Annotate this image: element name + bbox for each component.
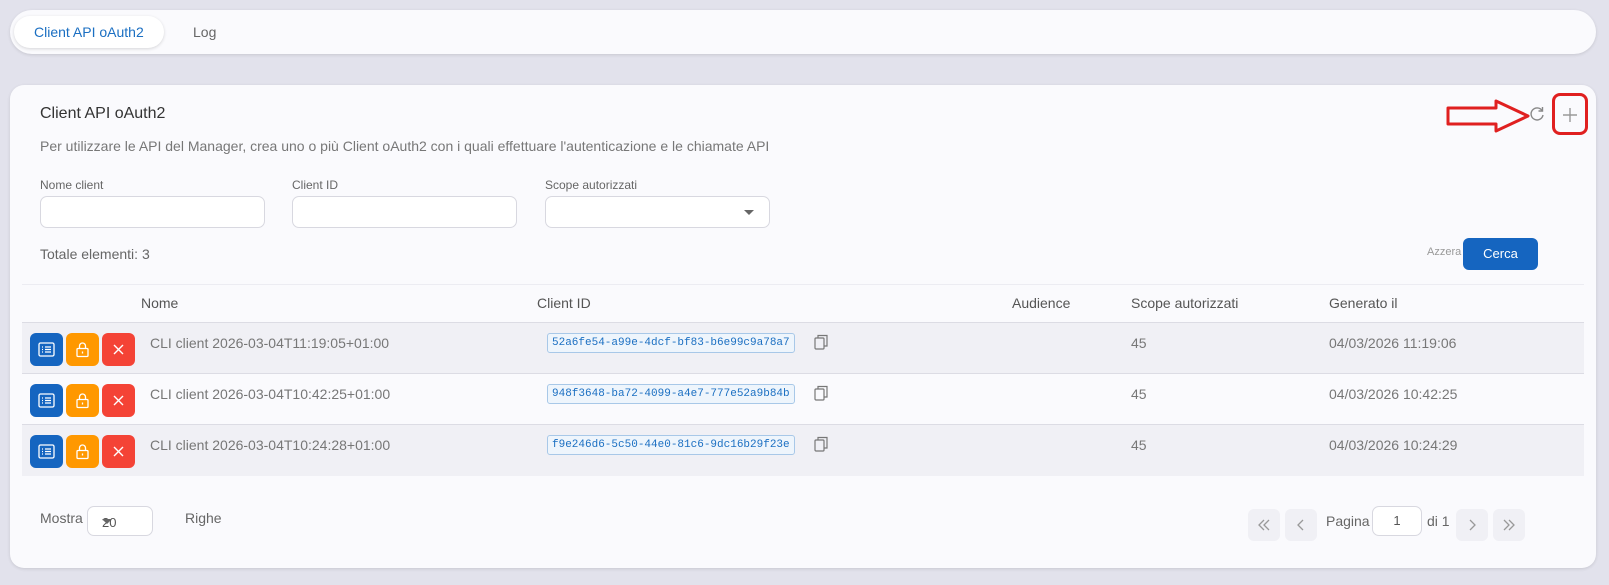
column-header-audience: Audience: [1012, 295, 1071, 311]
close-icon: [113, 344, 124, 355]
name-filter-field: [40, 196, 265, 228]
lock-icon: [76, 342, 89, 358]
name-filter-input[interactable]: [41, 197, 264, 227]
client-id-filter-input[interactable]: [293, 197, 516, 227]
table-row: CLI client 2026-03-04T11:19:05+01:00 52a…: [22, 323, 1584, 374]
delete-button[interactable]: [102, 435, 135, 468]
tab-client-api[interactable]: Client API oAuth2: [14, 16, 164, 48]
double-chevron-left-icon: [1258, 519, 1270, 531]
search-button[interactable]: Cerca: [1463, 238, 1538, 270]
copy-icon[interactable]: [814, 385, 829, 401]
copy-icon[interactable]: [814, 436, 829, 452]
lock-icon: [76, 393, 89, 409]
client-name: CLI client 2026-03-04T11:19:05+01:00: [150, 335, 390, 351]
scope-filter-select[interactable]: [545, 196, 770, 228]
first-page-button[interactable]: [1248, 509, 1280, 541]
column-header-generated: Generato il: [1329, 295, 1398, 311]
last-page-button[interactable]: [1493, 509, 1525, 541]
client-api-card: Client API oAuth2 Per utilizzare le API …: [10, 85, 1596, 568]
annotation-arrow: [1446, 99, 1530, 133]
client-id-badge: 52a6fe54-a99e-4dcf-bf83-b6e99c9a78a7: [547, 333, 795, 353]
generated-date: 04/03/2026 10:42:25: [1329, 386, 1458, 402]
table-header: Nome Client ID Audience Scope autorizzat…: [22, 284, 1584, 323]
rows-label: Righe: [185, 510, 222, 526]
copy-icon[interactable]: [814, 334, 829, 350]
table-row: CLI client 2026-03-04T10:42:25+01:00 948…: [22, 374, 1584, 425]
table-row: CLI client 2026-03-04T10:24:28+01:00 f9e…: [22, 425, 1584, 476]
lock-button[interactable]: [66, 435, 99, 468]
column-header-name: Nome: [141, 295, 179, 311]
delete-button[interactable]: [102, 333, 135, 366]
scope-cell: 45: [1131, 386, 1147, 402]
client-id-badge: f9e246d6-5c50-44e0-81c6-9dc16b29f23e: [547, 435, 795, 455]
close-icon: [113, 395, 124, 406]
reset-button[interactable]: Azzera: [1427, 246, 1461, 258]
scope-filter-label: Scope autorizzati: [545, 178, 638, 192]
refresh-icon[interactable]: [1528, 105, 1546, 123]
next-page-button[interactable]: [1456, 509, 1488, 541]
page-description: Per utilizzare le API del Manager, crea …: [40, 138, 770, 154]
client-id-filter-field: [292, 196, 517, 228]
lock-button[interactable]: [66, 333, 99, 366]
name-filter-label: Nome client: [40, 178, 104, 192]
column-header-client-id: Client ID: [537, 295, 591, 311]
close-icon: [113, 446, 124, 457]
tab-log[interactable]: Log: [173, 16, 236, 48]
tab-bar: Client API oAuth2 Log: [10, 10, 1596, 54]
chevron-down-icon: [744, 210, 754, 215]
rows-per-page-select[interactable]: 20: [87, 506, 153, 536]
scope-cell: 45: [1131, 335, 1147, 351]
list-icon: [38, 393, 55, 408]
total-elements: Totale elementi: 3: [40, 246, 150, 262]
previous-page-button[interactable]: [1285, 509, 1317, 541]
chevron-left-icon: [1297, 519, 1304, 531]
client-id-badge: 948f3648-ba72-4099-a4e7-777e52a9b84b: [547, 384, 795, 404]
add-client-button[interactable]: [1552, 93, 1588, 135]
client-name: CLI client 2026-03-04T10:42:25+01:00: [150, 386, 391, 402]
generated-date: 04/03/2026 11:19:06: [1329, 335, 1457, 351]
list-icon: [38, 444, 55, 459]
client-name: CLI client 2026-03-04T10:24:28+01:00: [150, 437, 391, 453]
lock-icon: [76, 444, 89, 460]
lock-button[interactable]: [66, 384, 99, 417]
page-count: di 1: [1427, 513, 1450, 529]
delete-button[interactable]: [102, 384, 135, 417]
double-chevron-right-icon: [1503, 519, 1515, 531]
detail-button[interactable]: [30, 333, 63, 366]
show-label: Mostra: [40, 510, 83, 526]
page-number-input[interactable]: 1: [1372, 506, 1422, 536]
client-id-filter-label: Client ID: [292, 178, 339, 192]
list-icon: [38, 342, 55, 357]
generated-date: 04/03/2026 10:24:29: [1329, 437, 1458, 453]
chevron-right-icon: [1469, 519, 1476, 531]
plus-icon: [1563, 108, 1577, 122]
scope-cell: 45: [1131, 437, 1147, 453]
page-label: Pagina: [1326, 513, 1370, 529]
page-title: Client API oAuth2: [40, 105, 166, 122]
column-header-scope: Scope autorizzati: [1131, 295, 1239, 311]
detail-button[interactable]: [30, 435, 63, 468]
chevron-down-icon: [102, 519, 112, 524]
detail-button[interactable]: [30, 384, 63, 417]
